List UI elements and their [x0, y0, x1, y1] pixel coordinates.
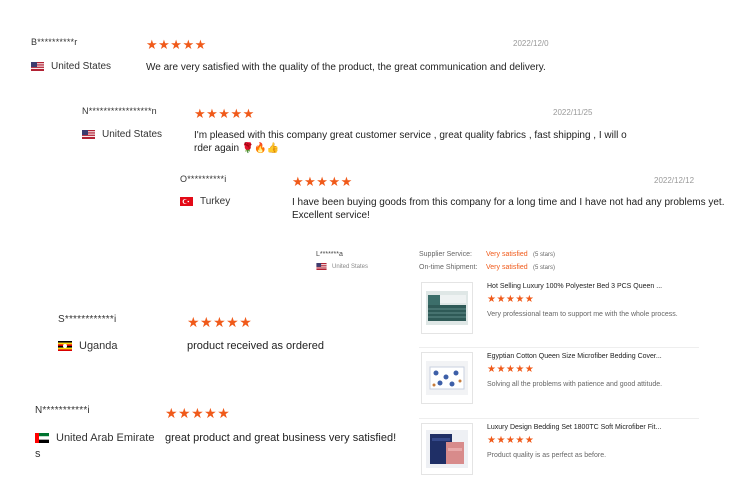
product-title[interactable]: Luxury Design Bedding Set 1800TC Soft Mi… — [487, 424, 661, 431]
review-comment-line: I have been buying goods from this compa… — [292, 197, 725, 208]
reviewer-name: S************i — [58, 314, 117, 325]
country-label: United States — [51, 61, 112, 72]
product-review-item[interactable]: Luxury Design Bedding Set 1800TC Soft Mi… — [419, 418, 699, 481]
review-comment: We are very satisfied with the quality o… — [146, 62, 546, 73]
rating-stars: ★★★★★ — [487, 294, 535, 305]
country-label-continued: s — [35, 448, 41, 460]
reviewer-country: United States — [82, 129, 162, 140]
reviewer-country: Uganda — [58, 340, 118, 352]
review-date: 2022/11/25 — [553, 108, 593, 117]
country-label: United Arab Emirate — [56, 432, 155, 444]
shipment-label: On-time Shipment: — [419, 264, 478, 271]
uganda-flag-icon — [58, 341, 72, 351]
country-label: United States — [102, 129, 163, 140]
reviewer-name: N***********i — [35, 405, 90, 416]
turkey-flag-icon — [180, 197, 193, 206]
reviewer-country: Turkey — [180, 196, 230, 207]
product-thumbnail[interactable] — [421, 423, 473, 475]
product-title[interactable]: Egyptian Cotton Queen Size Microfiber Be… — [487, 353, 662, 360]
uae-flag-icon — [35, 433, 49, 443]
supplier-service-value: Very satisfied — [486, 251, 528, 258]
shipment-value: Very satisfied — [486, 264, 528, 271]
shipment-count: (5 stars) — [533, 265, 556, 271]
us-flag-icon — [316, 263, 327, 270]
rating-stars: ★★★★★ — [487, 435, 535, 446]
review-comment-line: Excellent service! — [292, 210, 370, 221]
product-review-item[interactable]: Hot Selling Luxury 100% Polyester Bed 3 … — [419, 278, 699, 340]
rating-stars: ★★★★★ — [292, 174, 353, 189]
reviewer-country: United States — [31, 61, 111, 72]
rating-stars: ★★★★★ — [146, 37, 207, 52]
review-date: 2022/12/12 — [654, 176, 695, 185]
supplier-service-count: (5 stars) — [533, 252, 556, 258]
reviewer-name: N*****************n — [82, 106, 157, 116]
us-flag-icon — [82, 130, 95, 139]
supplier-service-label: Supplier Service: — [419, 251, 472, 258]
rating-stars: ★★★★★ — [165, 405, 231, 421]
product-title[interactable]: Hot Selling Luxury 100% Polyester Bed 3 … — [487, 283, 662, 290]
reviewer-name: B**********r — [31, 37, 78, 47]
rating-stars: ★★★★★ — [187, 314, 253, 330]
product-comment: Very professional team to support me wit… — [487, 311, 678, 318]
review-comment-line: rder again 🌹🔥👍 — [194, 143, 280, 154]
reviewer-country: United States — [316, 263, 368, 270]
product-comment: Solving all the problems with patience a… — [487, 381, 663, 388]
review-date: 2022/12/0 — [513, 39, 549, 48]
review-comment: great product and great business very sa… — [165, 432, 397, 444]
reviewer-name: L*******a — [316, 251, 343, 258]
product-comment: Product quality is as perfect as before. — [487, 452, 607, 459]
product-thumbnail[interactable] — [421, 352, 473, 404]
us-flag-icon — [31, 62, 44, 71]
product-thumbnail[interactable] — [421, 282, 473, 334]
country-label: Uganda — [79, 340, 118, 352]
product-review-item[interactable]: Egyptian Cotton Queen Size Microfiber Be… — [419, 347, 699, 410]
review-comment: product received as ordered — [187, 340, 324, 352]
rating-stars: ★★★★★ — [487, 364, 535, 375]
country-label: United States — [332, 263, 369, 270]
rating-stars: ★★★★★ — [194, 106, 255, 121]
country-label: Turkey — [200, 196, 231, 207]
reviewer-country: United Arab Emirate — [35, 432, 154, 444]
reviewer-name: O**********i — [180, 174, 227, 184]
review-comment-line: I'm pleased with this company great cust… — [194, 130, 627, 141]
